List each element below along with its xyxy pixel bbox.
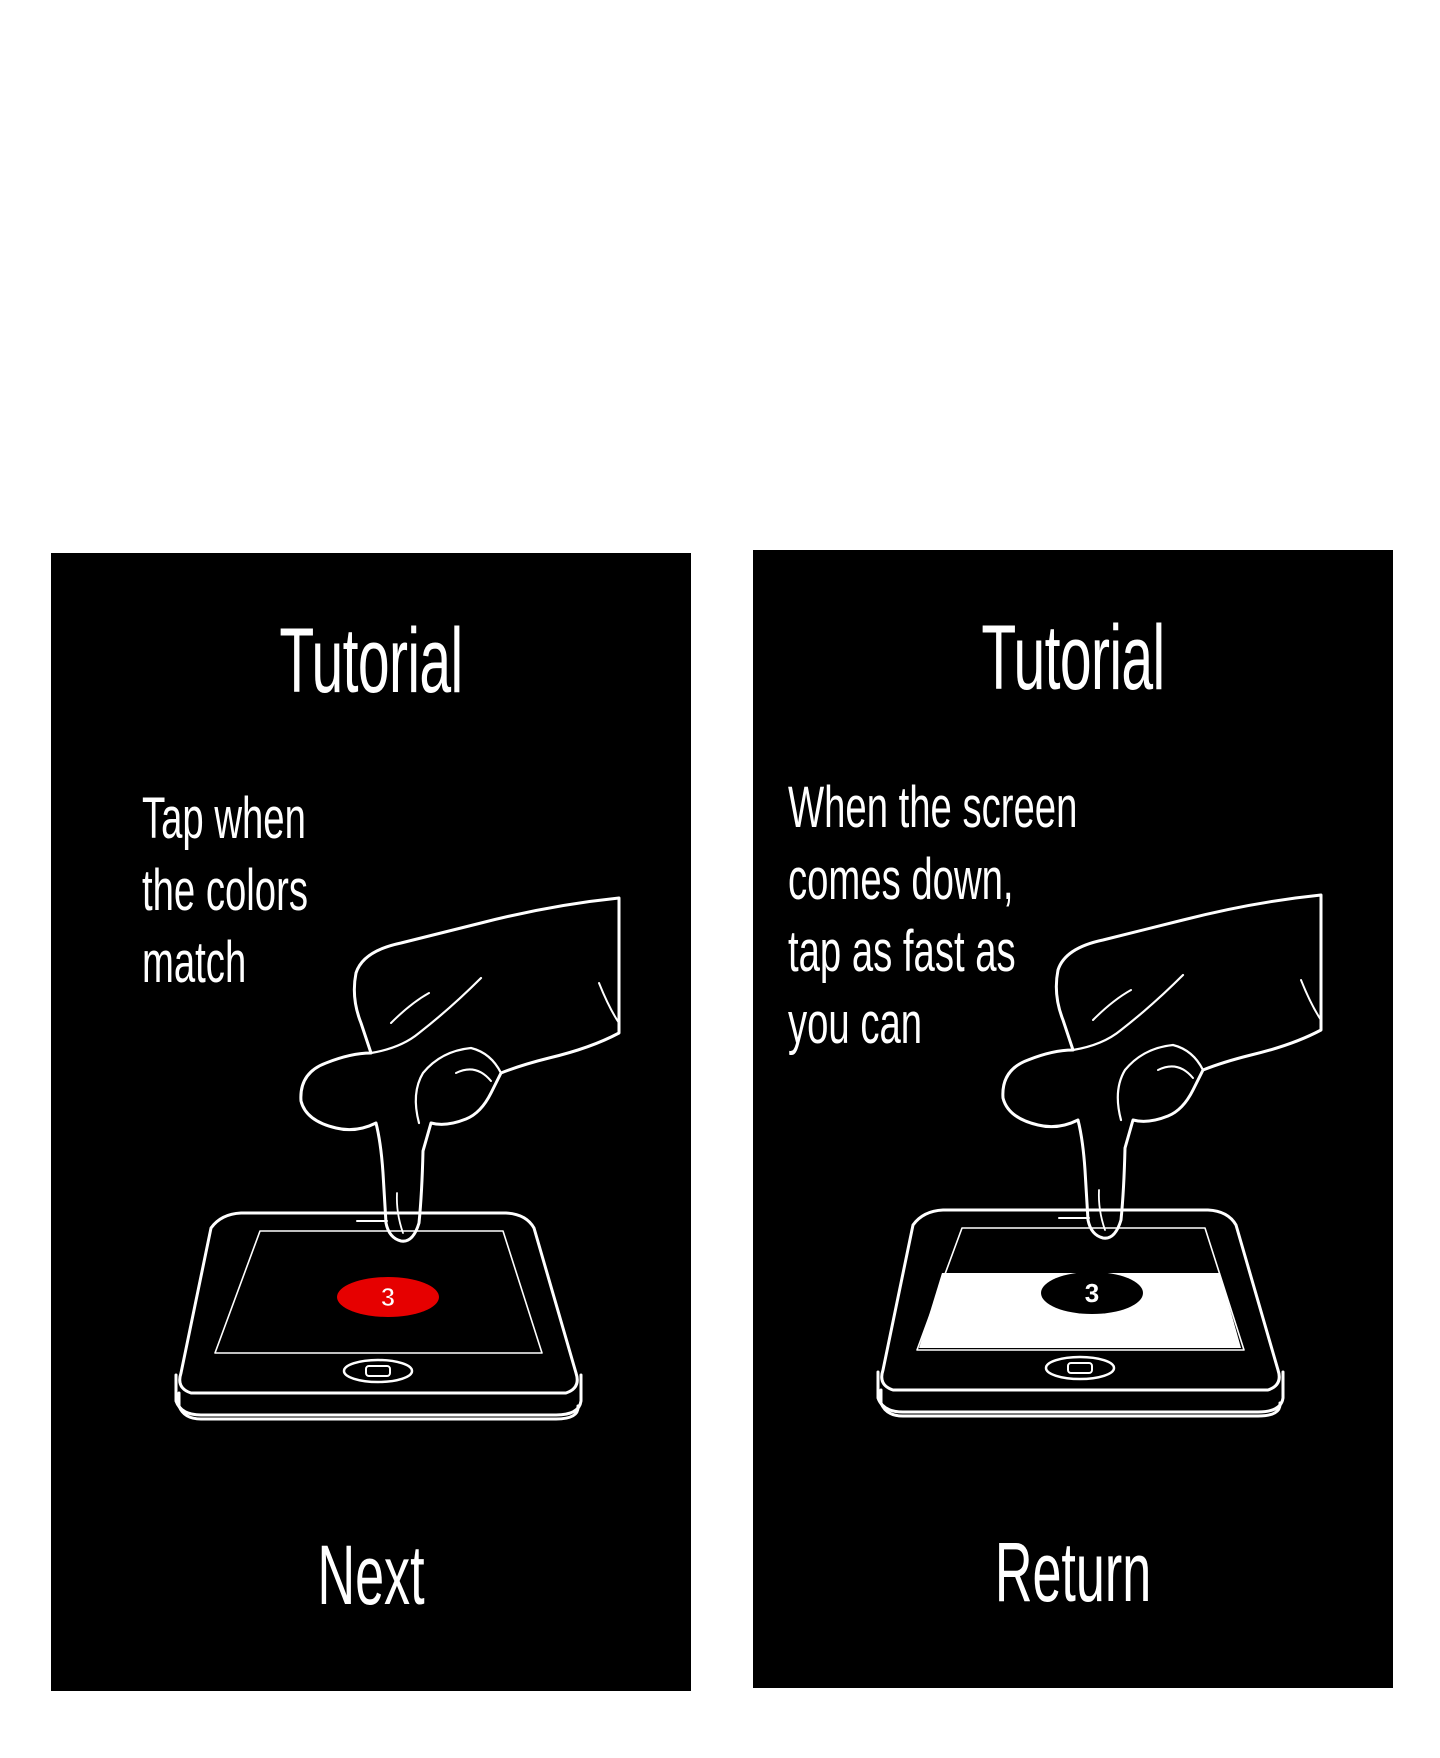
tutorial-screen-2: Tutorial When the screen comes down, tap… (753, 550, 1393, 1688)
tutorial-screen-1: Tutorial Tap when the colors match 3 Nex… (51, 553, 691, 1691)
hand-tapping-phone-illustration (174, 896, 621, 1421)
badge-number: 3 (380, 1281, 396, 1312)
hand-outline (1001, 893, 1323, 1240)
hand-outline (299, 896, 621, 1243)
badge-number: 3 (1084, 1277, 1100, 1308)
next-button[interactable]: Next (173, 1533, 570, 1617)
hand-tapping-phone-illustration (876, 893, 1323, 1418)
home-button-icon (342, 1358, 414, 1384)
target-badge[interactable]: 3 (1041, 1272, 1143, 1314)
home-button-icon (1044, 1355, 1116, 1381)
target-badge[interactable]: 3 (337, 1277, 439, 1317)
return-button[interactable]: Return (875, 1530, 1272, 1614)
